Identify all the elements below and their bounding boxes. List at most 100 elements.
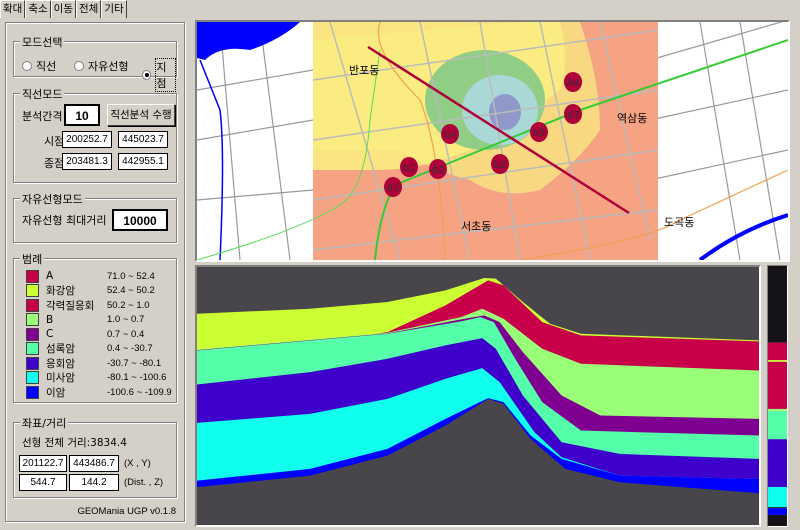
free-mode-group: 자유선형모드 자유선형 최대거리 10000 — [13, 191, 177, 243]
y-value: 443486.7 — [69, 455, 119, 472]
strip-segment — [768, 508, 787, 515]
legend-name: 미사암 — [46, 372, 75, 384]
strip-segment — [768, 439, 787, 487]
interval-input[interactable]: 10 — [64, 104, 100, 126]
coords-group: 좌표/거리 선형 전체 거리:3834.4 201122.7 443486.7 … — [13, 415, 177, 498]
radio-label: 자유선형 — [88, 60, 129, 73]
borehole-marker[interactable]: A4 — [564, 72, 582, 92]
start-x-input[interactable]: 200252.7 — [62, 131, 112, 148]
xy-label: (X , Y) — [124, 458, 151, 469]
legend-item: 각력질응회 50.2 ~ 1.0 — [26, 298, 150, 312]
strip-segment — [768, 342, 787, 361]
tab-full[interactable]: 전체 — [75, 0, 102, 18]
version-label: GEOMania UGP v0.1.8 — [77, 506, 176, 517]
mode-group: 모드선택 직선 자유선형 지점 — [13, 34, 177, 92]
marker-label: b3 — [567, 110, 580, 121]
radio-circle[interactable] — [22, 61, 32, 71]
legend-swatch — [26, 298, 39, 312]
x-value: 201122.7 — [19, 455, 67, 472]
legend-range: 71.0 ~ 52.4 — [107, 270, 155, 282]
total-distance: 선형 전체 거리:3834.4 — [22, 437, 127, 449]
legend-name: C — [46, 328, 54, 340]
marker-label: b1 — [403, 163, 416, 174]
strip-segment — [768, 411, 787, 440]
tab-pan[interactable]: 이동 — [50, 0, 76, 18]
marker-label: A1 — [386, 183, 399, 194]
legend-range: -80.1 ~ -100.6 — [107, 372, 167, 383]
map-canvas[interactable]: A4 b3 A3 b4 b2 A2 b1 A1 반포동 역삼동 서초동 도곡동 — [196, 19, 789, 262]
line-mode-title: 직선모드 — [20, 86, 65, 102]
line-mode-group: 직선모드 분석간격 10 직선분석 수행 시점 200252.7 445023.… — [13, 86, 177, 183]
radio-line[interactable]: 직선 — [22, 58, 56, 74]
legend-range: 0.7 ~ 0.4 — [107, 328, 145, 340]
legend-name: 섬록암 — [46, 343, 75, 355]
z-value: 144.2 — [69, 474, 119, 491]
strip-segment — [768, 507, 787, 509]
radio-label: 지점 — [155, 58, 176, 92]
strip-segment — [768, 361, 787, 409]
legend-name: B — [46, 313, 54, 326]
radio-label: 직선 — [36, 60, 57, 73]
legend-item: 섬록암 0.4 ~ -30.7 — [26, 342, 153, 356]
dist-value: 544.7 — [19, 474, 67, 491]
strip-segment — [768, 486, 787, 508]
legend-swatch — [26, 313, 39, 326]
district-label: 도곡동 — [664, 216, 694, 229]
marker-label: b4 — [444, 130, 457, 141]
legend-item: 화강암 52.4 ~ 50.2 — [26, 284, 155, 298]
legend-item: C 0.7 ~ 0.4 — [26, 327, 144, 341]
radio-circle[interactable] — [142, 70, 152, 80]
borehole-marker[interactable]: b1 — [400, 157, 418, 177]
district-label: 반포동 — [349, 64, 379, 77]
legend-range: 0.4 ~ -30.7 — [107, 343, 153, 354]
legend-group: 범례 A 71.0 ~ 52.4 화강암 52.4 ~ 50.2 각력질응회 50.2 ~… — [13, 251, 177, 403]
borehole-marker[interactable]: A3 — [530, 122, 548, 142]
legend-item: A 71.0 ~ 52.4 — [26, 269, 155, 283]
tab-zoom-in[interactable]: 확대 — [0, 0, 26, 18]
borehole-marker[interactable]: A2 — [429, 159, 447, 179]
legend-item: 미사암 -80.1 ~ -100.6 — [26, 371, 166, 385]
max-distance-input[interactable]: 10000 — [112, 209, 168, 231]
run-line-analysis-button[interactable]: 직선분석 수행 — [107, 104, 175, 126]
borehole-marker[interactable]: b3 — [564, 104, 582, 124]
legend-swatch — [26, 342, 39, 355]
radio-circle[interactable] — [74, 61, 84, 71]
tab-zoom-out[interactable]: 축소 — [25, 0, 51, 18]
legend-swatch — [26, 385, 39, 399]
toolbar-tabs: 확대 축소 이동 전체 기타 — [0, 0, 127, 18]
interval-label: 분석간격 — [22, 110, 63, 123]
borehole-marker[interactable]: A1 — [384, 177, 402, 197]
mode-title: 모드선택 — [20, 34, 65, 50]
map-view[interactable]: A4 b3 A3 b4 b2 A2 b1 A1 반포동 역삼동 서초동 도곡동 — [195, 19, 790, 262]
column-strip-canvas — [768, 266, 787, 526]
radio-point[interactable]: 지점 — [142, 58, 176, 92]
cross-section-view[interactable] — [195, 265, 761, 527]
legend-name: 각력질응회 — [46, 299, 95, 312]
legend-range: -100.6 ~ -109.9 — [107, 386, 172, 398]
legend-item: 응회암 -30.7 ~ -80.1 — [26, 356, 161, 370]
marker-label: A3 — [532, 128, 545, 139]
borehole-marker[interactable]: b4 — [441, 124, 459, 144]
legend-range: 50.2 ~ 1.0 — [107, 299, 150, 311]
end-y-input[interactable]: 442955.1 — [118, 153, 168, 170]
cross-section-canvas[interactable] — [197, 267, 759, 525]
coords-title: 좌표/거리 — [20, 415, 69, 431]
strip-segment — [768, 266, 787, 343]
control-panel: 모드선택 직선 자유선형 지점 직선모드 분석간격 10 직선분석 수행 시점 … — [5, 22, 185, 522]
borehole-marker[interactable]: b2 — [491, 154, 509, 174]
start-y-input[interactable]: 445023.7 — [118, 131, 168, 148]
marker-label: b2 — [494, 160, 507, 171]
legend-title: 범례 — [20, 251, 45, 267]
legend-swatch — [26, 269, 39, 283]
legend-name: A — [46, 270, 54, 282]
legend-swatch — [26, 356, 39, 370]
strip-segment — [768, 360, 787, 362]
strip-segment — [768, 408, 787, 412]
legend-name: 이암 — [46, 386, 66, 399]
legend-range: 52.4 ~ 50.2 — [107, 285, 155, 296]
district-label: 서초동 — [461, 220, 491, 233]
tab-etc[interactable]: 기타 — [101, 0, 127, 18]
district-label: 역삼동 — [617, 112, 647, 125]
radio-freeline[interactable]: 자유선형 — [74, 58, 128, 74]
end-x-input[interactable]: 203481.3 — [62, 153, 112, 170]
